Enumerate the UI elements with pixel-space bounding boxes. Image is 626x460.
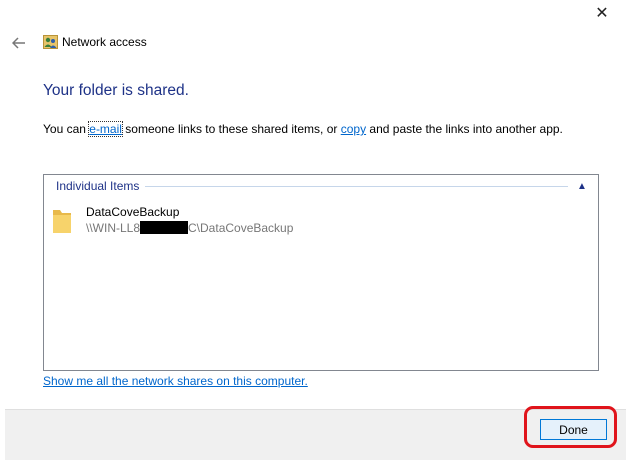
info-suffix: and paste the links into another app.	[366, 122, 563, 136]
shared-items-list[interactable]: Individual Items ▲ DataCoveBackup \\WIN-…	[43, 174, 599, 371]
redaction-block	[140, 221, 189, 234]
show-network-shares-link[interactable]: Show me all the network shares on this c…	[43, 374, 308, 388]
close-icon: ✕	[595, 5, 609, 22]
item-path-end: C\DataCoveBackup	[188, 221, 294, 235]
info-middle: someone links to these shared items, or	[121, 122, 341, 136]
copy-link[interactable]: copy	[341, 122, 366, 136]
window-title: Network access	[62, 35, 147, 49]
group-header[interactable]: Individual Items ▲	[56, 178, 588, 194]
page-title: Your folder is shared.	[43, 82, 189, 99]
share-info-text: You can e-mail someone links to these sh…	[43, 121, 563, 137]
item-path-start: \\WIN-LL8	[86, 221, 141, 235]
info-prefix: You can	[43, 122, 90, 136]
footer-bar	[5, 409, 626, 460]
close-button[interactable]: ✕	[588, 2, 616, 24]
item-name: DataCoveBackup	[86, 205, 180, 219]
back-button[interactable]	[8, 32, 30, 54]
done-button[interactable]: Done	[540, 419, 607, 440]
network-access-icon	[43, 35, 58, 49]
back-arrow-icon	[12, 37, 25, 49]
folder-icon	[53, 210, 71, 233]
chevron-up-icon[interactable]: ▲	[576, 181, 588, 192]
group-divider	[145, 185, 568, 187]
email-link[interactable]: e-mail	[88, 121, 123, 137]
item-path: \\WIN-LL8 C\DataCoveBackup	[86, 221, 293, 235]
list-item[interactable]: DataCoveBackup \\WIN-LL8 C\DataCoveBackup	[52, 205, 452, 239]
group-label: Individual Items	[56, 179, 140, 193]
